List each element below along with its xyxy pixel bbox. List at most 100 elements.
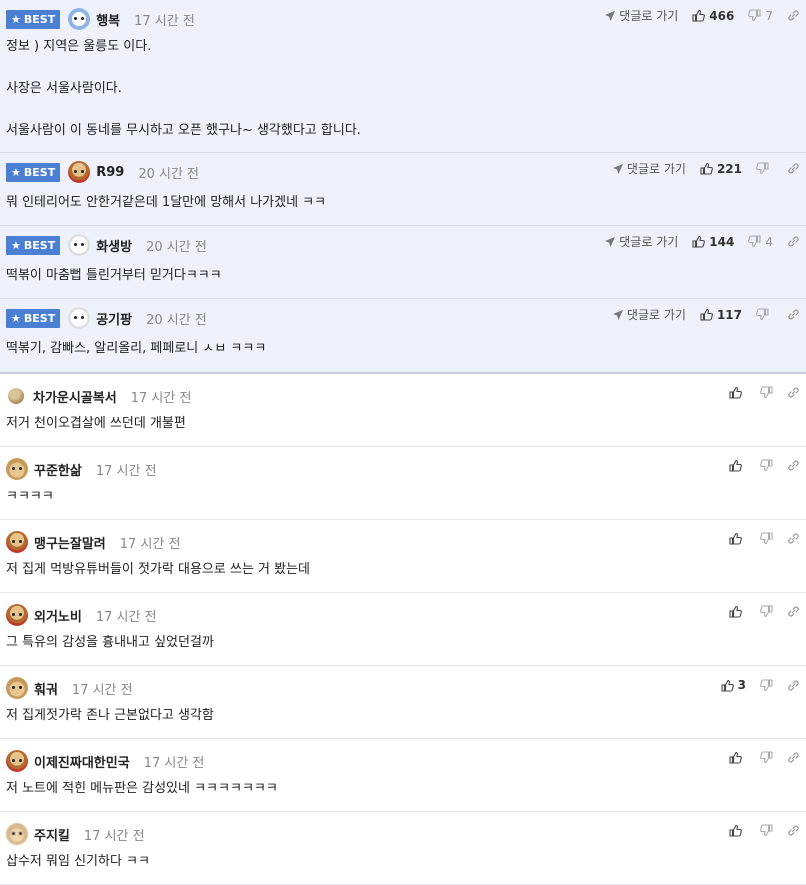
like-button[interactable]: 3 — [721, 678, 746, 692]
like-button[interactable] — [729, 751, 746, 764]
comment-author[interactable]: 차가운시골복서 — [33, 387, 117, 406]
comment-time: 17 시간 전 — [95, 463, 157, 479]
comment-author[interactable]: 외거노비 — [34, 606, 82, 625]
share-link-button[interactable] — [787, 532, 800, 545]
like-button[interactable]: 466 — [692, 9, 734, 23]
white-dog-avatar[interactable] — [68, 307, 91, 329]
thumbs-up-icon — [729, 386, 742, 399]
best-comment: ★ BEST 행복 17 시간 전 댓글로 가기 466 7 정보 ) 지역은 울… — [0, 0, 806, 153]
thumbs-up-icon — [729, 459, 742, 472]
thumbs-down-icon — [756, 162, 769, 175]
dog-avatar[interactable] — [6, 458, 28, 480]
send-arrow-icon — [612, 163, 623, 174]
link-icon — [788, 309, 799, 320]
like-button[interactable] — [729, 605, 746, 618]
share-link-button[interactable] — [787, 308, 800, 321]
comment: 꾸준한삶 17 시간 전 ㅋㅋㅋㅋ — [0, 447, 806, 520]
comment-time: 17 시간 전 — [143, 755, 205, 771]
dislike-button[interactable] — [760, 459, 773, 472]
link-icon — [788, 163, 799, 174]
comment-body: 정보 ) 지역은 울릉도 이다. 사장은 서울사람이다. 서울사람이 이 동네를… — [6, 39, 361, 138]
white-dog-avatar[interactable] — [68, 234, 91, 256]
dog-red-avatar[interactable] — [68, 161, 91, 183]
comment-body: 저 집게젓가락 존나 근본없다고 생각함 — [6, 708, 214, 723]
thumbs-up-icon — [729, 532, 742, 545]
comment: 외거노비 17 시간 전 그 특유의 감성을 흉내내고 싶었던걸까 — [0, 593, 806, 666]
share-link-button[interactable] — [787, 459, 800, 472]
go-to-reply-link[interactable]: 댓글로 가기 — [612, 160, 686, 177]
like-button[interactable] — [729, 824, 746, 837]
dog-red-avatar[interactable] — [6, 750, 28, 772]
star-icon: ★ — [11, 165, 21, 179]
comment-time: 17 시간 전 — [134, 13, 195, 29]
comment: 차가운시골복서 17 시간 전 저거 천이오겹살에 쓰던데 개불편 — [0, 374, 806, 447]
dislike-button[interactable] — [760, 386, 773, 399]
like-button[interactable]: 144 — [692, 235, 734, 249]
fuzzy-dog-avatar[interactable] — [6, 823, 28, 845]
comment-author[interactable]: 행복 — [96, 10, 120, 29]
dislike-button[interactable] — [760, 678, 773, 692]
comment-author[interactable]: 이제진짜대한민국 — [34, 752, 130, 771]
comment-body: 저 노트에 적힌 메뉴판은 감성있네 ㅋㅋㅋㅋㅋㅋㅋ — [6, 781, 278, 796]
comment-author[interactable]: 꾸준한삶 — [34, 460, 82, 479]
thumbs-down-icon — [748, 235, 761, 248]
comment-body: 그 특유의 감성을 흉내내고 싶었던걸까 — [6, 635, 214, 650]
dislike-button[interactable] — [760, 532, 773, 545]
comment-author[interactable]: 주지킬 — [34, 825, 70, 844]
go-to-reply-link[interactable]: 댓글로 가기 — [604, 7, 678, 24]
blue-dog-avatar[interactable] — [68, 8, 91, 30]
dog-red-avatar[interactable] — [6, 531, 28, 553]
like-count: 144 — [709, 234, 735, 249]
share-link-button[interactable] — [787, 9, 800, 22]
comment-body: 삽수저 뭐임 신기하다 ㅋㅋ — [6, 854, 150, 869]
dislike-button[interactable] — [760, 605, 773, 618]
ball-avatar[interactable] — [8, 388, 24, 404]
comment: 맹구는잘말려 17 시간 전 저 집게 먹방유튜버들이 젓가락 대용으로 쓰는 … — [0, 520, 806, 593]
comment-body: 떡볶기, 감빠스, 알리올리, 페페로니 ㅅㅂ ㅋㅋㅋ — [6, 341, 267, 356]
comment-author[interactable]: R99 — [96, 165, 124, 180]
link-icon — [788, 533, 799, 544]
thumbs-down-icon — [756, 308, 769, 321]
dislike-button[interactable]: 7 — [748, 9, 773, 23]
comment-author[interactable]: 화생방 — [96, 236, 132, 255]
comment-author[interactable]: 훠궈 — [34, 679, 58, 698]
comment: 훠궈 17 시간 전 3 저 집게젓가락 존나 근본없다고 생각함 — [0, 666, 806, 739]
go-to-reply-link[interactable]: 댓글로 가기 — [612, 306, 686, 323]
best-comment: ★ BEST 공기팡 20 시간 전 댓글로 가기 117 떡볶기, 감빠스, 알… — [0, 299, 806, 374]
dog-avatar[interactable] — [6, 677, 28, 699]
thumbs-down-icon — [760, 386, 773, 399]
like-button[interactable]: 221 — [700, 162, 742, 176]
share-link-button[interactable] — [787, 386, 800, 399]
like-button[interactable] — [729, 532, 746, 545]
comment-author[interactable]: 맹구는잘말려 — [34, 533, 106, 552]
share-link-button[interactable] — [787, 824, 800, 837]
dislike-button[interactable] — [756, 308, 773, 321]
comment-time: 20 시간 전 — [138, 166, 199, 182]
thumbs-up-icon — [700, 308, 713, 321]
share-link-button[interactable] — [787, 605, 800, 618]
share-link-button[interactable] — [787, 751, 800, 764]
star-icon: ★ — [11, 238, 21, 252]
like-button[interactable] — [729, 459, 746, 472]
dislike-button[interactable] — [760, 751, 773, 764]
dislike-button[interactable] — [760, 824, 773, 837]
comment-time: 20 시간 전 — [146, 312, 207, 328]
share-link-button[interactable] — [787, 235, 800, 248]
comment-author[interactable]: 공기팡 — [96, 309, 132, 328]
comment: 주지킬 17 시간 전 삽수저 뭐임 신기하다 ㅋㅋ — [0, 812, 806, 885]
share-link-button[interactable] — [787, 162, 800, 175]
like-button[interactable] — [729, 386, 746, 399]
like-count: 117 — [716, 307, 742, 322]
comment-time: 17 시간 전 — [83, 828, 145, 844]
dislike-button[interactable]: 4 — [748, 235, 773, 249]
share-link-button[interactable] — [787, 679, 800, 692]
dislike-button[interactable] — [756, 162, 773, 175]
best-comment: ★ BEST 화생방 20 시간 전 댓글로 가기 144 4 떡볶이 마춤뻡 틀… — [0, 226, 806, 299]
dog-red-avatar[interactable] — [6, 604, 28, 626]
go-to-reply-link[interactable]: 댓글로 가기 — [604, 233, 678, 250]
thumbs-up-icon — [729, 824, 742, 837]
comment-body: 뭐 인테리어도 안한거같은데 1달만에 망해서 나가겠네 ㅋㅋ — [6, 195, 327, 210]
like-button[interactable]: 117 — [700, 308, 742, 322]
thumbs-up-icon — [729, 605, 742, 618]
thumbs-down-icon — [760, 459, 773, 472]
